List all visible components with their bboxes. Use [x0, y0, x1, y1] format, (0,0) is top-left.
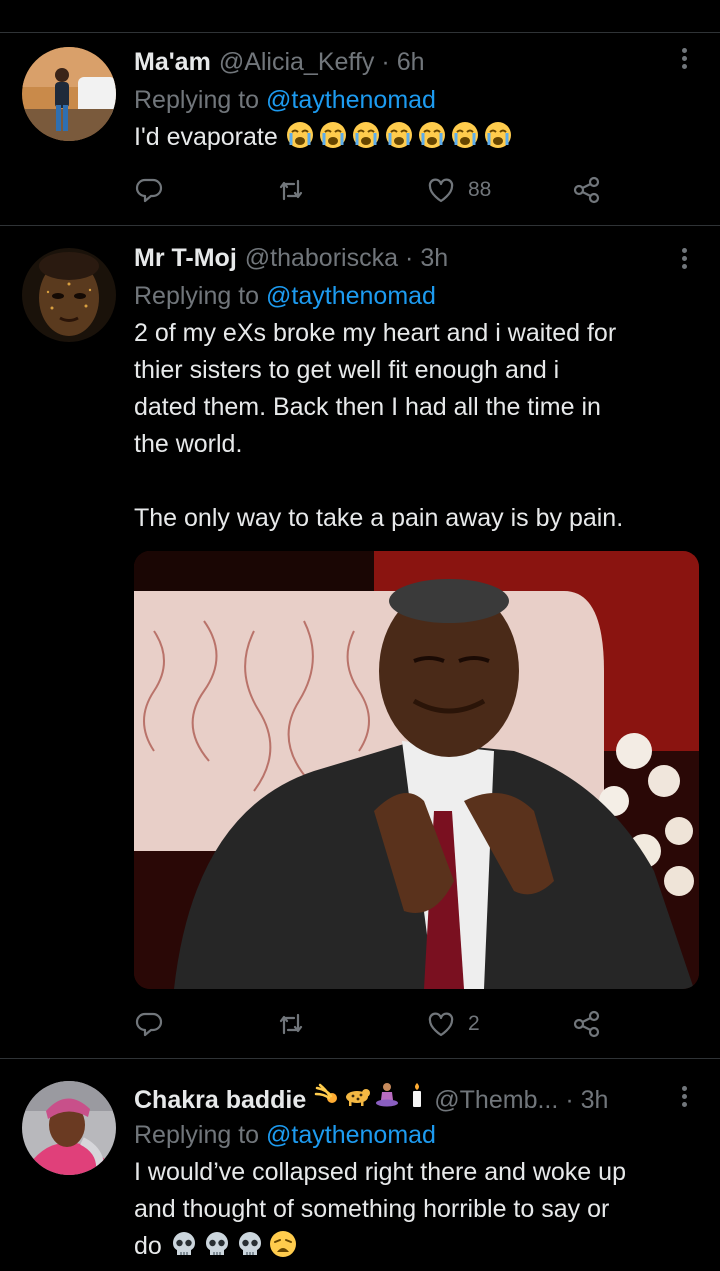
tweet-text: I would’ve collapsed right there and wok…: [134, 1154, 700, 1265]
like-button[interactable]: 88: [426, 173, 491, 207]
reply-icon: [135, 1012, 163, 1037]
replying-to: Replying to @taythenomad: [134, 1120, 700, 1150]
replying-to: Replying to @taythenomad: [134, 85, 700, 115]
weary-face-icon: [269, 1231, 296, 1257]
avatar[interactable]: [22, 248, 116, 342]
replying-to-label: Replying to: [134, 1121, 267, 1149]
like-button[interactable]: 2: [426, 1007, 480, 1041]
avatar-image: [22, 47, 116, 141]
tweet-text: 2 of my eXs broke my heart and i waited …: [134, 319, 624, 532]
retweet-icon: [279, 179, 303, 201]
more-options-button[interactable]: [672, 1081, 696, 1111]
reply-icon: [135, 178, 163, 203]
loudly-crying-face-icon: [451, 122, 478, 148]
timestamp[interactable]: 3h: [420, 243, 448, 273]
share-icon: [573, 1010, 600, 1038]
tweet-header: Chakra baddie @Themb... · 3h: [134, 1082, 700, 1112]
timestamp[interactable]: 3h: [581, 1085, 609, 1112]
share-button[interactable]: [572, 1007, 602, 1041]
tweet-text: I'd evaporate: [134, 119, 700, 156]
separator: ·: [381, 48, 390, 76]
like-count: 88: [468, 178, 492, 201]
reply-button[interactable]: [134, 173, 164, 207]
user-handle[interactable]: @Alicia_Keffy: [219, 47, 375, 77]
tweet-actions: 2: [134, 1007, 604, 1041]
replying-to-label: Replying to: [134, 86, 267, 114]
more-options-button[interactable]: [672, 243, 696, 273]
replying-to-label: Replying to: [134, 282, 267, 310]
display-name[interactable]: Mr T-Moj: [134, 243, 237, 273]
skull-icon: [205, 1232, 228, 1255]
replying-to-mention[interactable]: @taythenomad: [266, 282, 436, 310]
tweet-header: Ma'am @Alicia_Keffy · 6h: [134, 47, 700, 77]
timeline-feed: Ma'am @Alicia_Keffy · 6h Replying to @ta…: [0, 0, 720, 1271]
user-handle[interactable]: @thaboriscka: [245, 243, 398, 273]
loudly-crying-face-icon: [484, 122, 511, 148]
emoji-row: [285, 122, 516, 151]
loudly-crying-face-icon: [418, 122, 445, 148]
person-in-lotus-position-icon: [376, 1083, 399, 1107]
replying-to-mention[interactable]: @taythenomad: [266, 1121, 436, 1149]
display-name[interactable]: Chakra baddie: [134, 1085, 306, 1112]
comet-icon: [315, 1083, 338, 1103]
replying-to-mention[interactable]: @taythenomad: [266, 86, 436, 114]
retweet-button[interactable]: [276, 173, 306, 207]
separator: ·: [405, 244, 414, 272]
retweet-icon: [279, 1013, 303, 1035]
tweet-3[interactable]: Chakra baddie @Themb... · 3h Replying to…: [0, 1059, 720, 1271]
more-options-button[interactable]: [672, 43, 696, 73]
share-icon: [573, 176, 600, 204]
like-icon: [428, 1012, 454, 1037]
separator: ·: [565, 1086, 574, 1112]
skull-icon: [238, 1232, 261, 1255]
tweet-1[interactable]: Ma'am @Alicia_Keffy · 6h Replying to @ta…: [0, 33, 720, 225]
like-count: 2: [468, 1012, 480, 1035]
user-handle[interactable]: @Themb...: [434, 1085, 558, 1112]
photo-image: [134, 551, 699, 989]
avatar-image: [22, 1081, 116, 1175]
candle-icon: [413, 1083, 422, 1107]
retweet-button[interactable]: [276, 1007, 306, 1041]
share-button[interactable]: [572, 173, 602, 207]
timestamp[interactable]: 6h: [397, 47, 425, 77]
reply-button[interactable]: [134, 1007, 164, 1041]
avatar[interactable]: [22, 1081, 116, 1175]
display-name[interactable]: Ma'am: [134, 47, 211, 77]
tweet-text-content: I'd evaporate: [134, 123, 278, 151]
loudly-crying-face-icon: [286, 122, 313, 148]
replying-to: Replying to @taythenomad: [134, 281, 700, 311]
leopard-icon: [346, 1089, 371, 1106]
avatar-image: [22, 248, 116, 342]
tweet-photo[interactable]: [134, 551, 699, 989]
tweet-2[interactable]: Mr T-Moj @thaboriscka · 3h Replying to @…: [0, 226, 720, 1058]
avatar[interactable]: [22, 47, 116, 141]
loudly-crying-face-icon: [319, 122, 346, 148]
like-icon: [428, 178, 454, 203]
emoji-row: [169, 1231, 301, 1260]
tweet-actions: 88: [134, 173, 604, 207]
tweet-header: Mr T-Moj @thaboriscka · 3h: [134, 243, 700, 273]
loudly-crying-face-icon: [352, 122, 379, 148]
skull-icon: [172, 1232, 195, 1255]
loudly-crying-face-icon: [385, 122, 412, 148]
